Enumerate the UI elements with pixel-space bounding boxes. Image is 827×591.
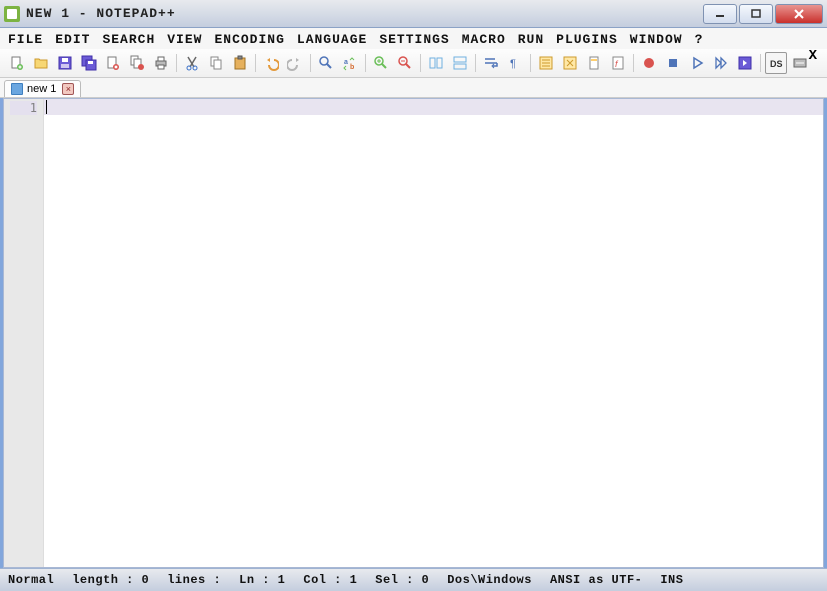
zoom-in-icon[interactable]	[370, 52, 392, 74]
status-sel: Sel : 0	[375, 573, 429, 587]
app-icon	[4, 6, 20, 22]
indent-guide-icon[interactable]	[535, 52, 557, 74]
record-macro-icon[interactable]	[638, 52, 660, 74]
svg-text:DS: DS	[770, 59, 783, 69]
menu-settings[interactable]: Settings	[379, 32, 449, 47]
sync-v-icon[interactable]	[425, 52, 447, 74]
menubar-close-icon[interactable]: X	[809, 48, 817, 64]
menu-search[interactable]: Search	[102, 32, 155, 47]
zoom-out-icon[interactable]	[394, 52, 416, 74]
play-multi-icon[interactable]	[710, 52, 732, 74]
minimize-button[interactable]	[703, 4, 737, 24]
menu-help[interactable]: ?	[695, 32, 704, 47]
stop-macro-icon[interactable]	[662, 52, 684, 74]
status-ins: INS	[660, 573, 683, 587]
print-icon[interactable]	[150, 52, 172, 74]
new-file-icon[interactable]	[6, 52, 28, 74]
status-filetype: Normal	[8, 573, 54, 587]
undo-icon[interactable]	[260, 52, 282, 74]
maximize-button[interactable]	[739, 4, 773, 24]
save-macro-icon[interactable]	[734, 52, 756, 74]
menu-plugins[interactable]: Plugins	[556, 32, 618, 47]
save-icon[interactable]	[54, 52, 76, 74]
svg-text:a: a	[344, 59, 348, 66]
svg-text:¶: ¶	[510, 58, 516, 70]
menu-encoding[interactable]: Encoding	[214, 32, 284, 47]
menu-run[interactable]: Run	[518, 32, 544, 47]
status-lines: lines :	[167, 573, 221, 587]
show-all-chars-icon[interactable]: ¶	[504, 52, 526, 74]
tab-new-1[interactable]: new 1 ×	[4, 80, 81, 97]
replace-icon[interactable]: ab	[339, 52, 361, 74]
status-eol: Dos\Windows	[447, 573, 532, 587]
tabbar: new 1 ×	[0, 78, 827, 98]
paste-icon[interactable]	[229, 52, 251, 74]
play-macro-icon[interactable]	[686, 52, 708, 74]
caret-icon	[46, 100, 47, 114]
menubar: File Edit Search View Encoding Language …	[0, 28, 827, 49]
line-number: 1	[10, 101, 37, 115]
open-file-icon[interactable]	[30, 52, 52, 74]
file-icon	[11, 83, 23, 95]
wordwrap-icon[interactable]	[480, 52, 502, 74]
save-all-icon[interactable]	[78, 52, 100, 74]
menu-macro[interactable]: Macro	[462, 32, 506, 47]
svg-text:b: b	[350, 64, 354, 71]
statusbar: Normal length : 0 lines : Ln : 1 Col : 1…	[0, 568, 827, 591]
status-ln: Ln : 1	[239, 573, 285, 587]
udl-icon[interactable]	[559, 52, 581, 74]
close-all-icon[interactable]	[126, 52, 148, 74]
window-controls	[703, 4, 823, 24]
find-icon[interactable]	[315, 52, 337, 74]
menu-view[interactable]: View	[167, 32, 202, 47]
cut-icon[interactable]	[181, 52, 203, 74]
line-gutter: 1	[4, 99, 44, 567]
menu-window[interactable]: Window	[630, 32, 683, 47]
menu-language[interactable]: Language	[297, 32, 367, 47]
tab-label: new 1	[27, 83, 56, 95]
current-line-highlight	[44, 99, 823, 115]
titlebar: new 1 - Notepad++	[0, 0, 827, 28]
dspellcheck-icon[interactable]: DS	[765, 52, 787, 74]
redo-icon[interactable]	[284, 52, 306, 74]
status-encoding: ANSI as UTF-	[550, 573, 642, 587]
copy-icon[interactable]	[205, 52, 227, 74]
text-area[interactable]	[44, 99, 823, 567]
doc-map-icon[interactable]	[583, 52, 605, 74]
func-list-icon[interactable]: f	[607, 52, 629, 74]
menu-file[interactable]: File	[8, 32, 43, 47]
status-col: Col : 1	[303, 573, 357, 587]
window-title: new 1 - Notepad++	[26, 6, 703, 21]
close-button[interactable]	[775, 4, 823, 24]
status-length: length : 0	[72, 573, 149, 587]
tab-close-icon[interactable]: ×	[62, 83, 74, 95]
toolbar: ab ¶ f DS	[0, 49, 827, 78]
close-file-icon[interactable]	[102, 52, 124, 74]
menu-edit[interactable]: Edit	[55, 32, 90, 47]
sync-h-icon[interactable]	[449, 52, 471, 74]
editor[interactable]: 1	[3, 98, 824, 568]
